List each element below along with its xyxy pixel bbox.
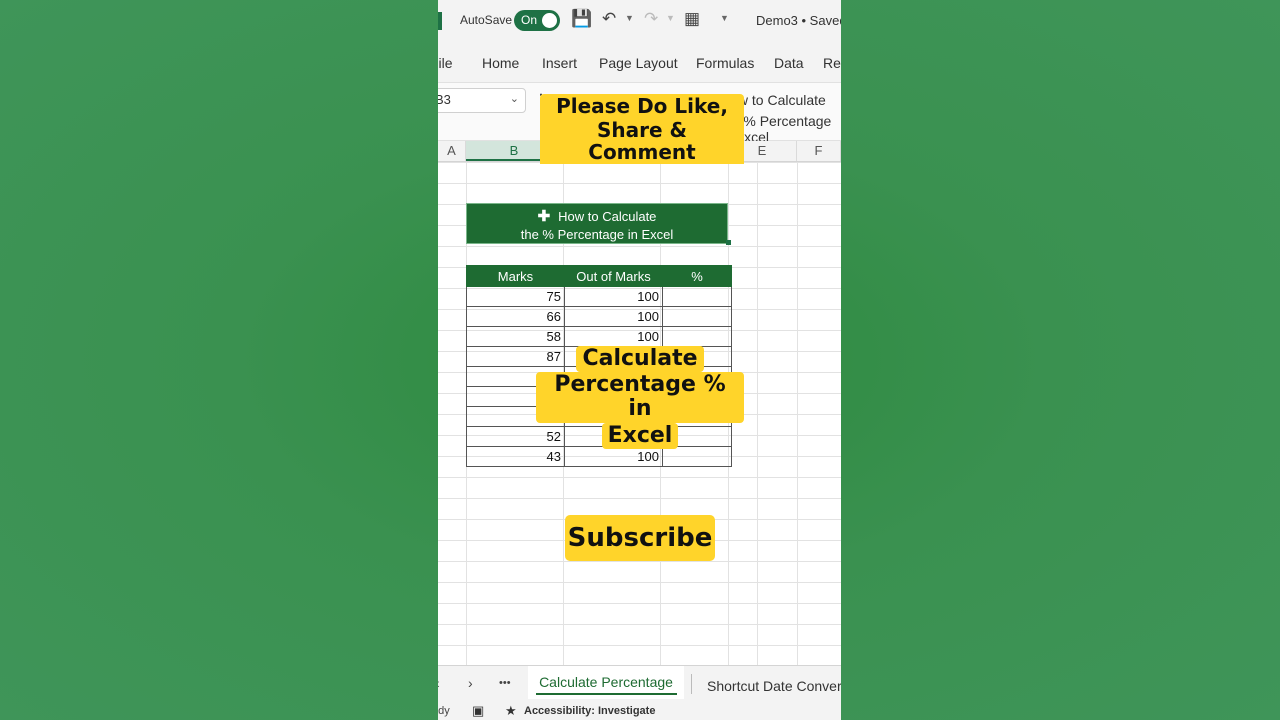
accessibility-icon[interactable]: ★ — [505, 703, 517, 719]
excel-window: AutoSave On 💾 ↶ ▼ ↷ ▼ ▦ ▼ Demo3 • Saved … — [438, 0, 841, 720]
cell-out-of[interactable]: 100 — [564, 306, 663, 327]
calculate-percentage-overlay: Calculate Percentage % in Excel — [536, 346, 744, 449]
cell-cursor-icon: ✚ — [537, 208, 551, 225]
autosave-label: AutoSave — [460, 13, 513, 27]
scroll-right-icon[interactable]: › — [468, 675, 473, 691]
calc-line1: Calculate — [576, 346, 704, 373]
macro-record-icon[interactable]: ▣ — [472, 703, 484, 719]
cell-percent[interactable] — [662, 286, 732, 307]
form-icon[interactable]: ▦ — [684, 9, 700, 29]
cell-marks[interactable]: 58 — [466, 326, 565, 347]
title-line1: How to Calculate — [558, 209, 657, 224]
cell-out-of[interactable]: 100 — [564, 446, 663, 467]
name-box-value: B3 — [438, 92, 451, 107]
like-line2: Share & Comment — [540, 118, 744, 164]
grid-line — [797, 162, 798, 665]
tab-file[interactable]: File — [438, 55, 453, 71]
status-ready: Ready — [438, 705, 450, 717]
column-header-f[interactable]: F — [797, 141, 841, 161]
excel-logo-icon — [438, 12, 442, 30]
name-box[interactable]: B3 ⌄ — [438, 88, 526, 113]
redo-dropdown-icon[interactable]: ▼ — [666, 13, 675, 23]
column-header-a[interactable]: A — [438, 141, 466, 161]
tab-data[interactable]: Data — [774, 55, 804, 71]
table-row: 43 100 — [466, 446, 732, 467]
subscribe-overlay: Subscribe — [565, 515, 715, 561]
like-line1: Please Do Like, — [552, 94, 732, 118]
fill-handle[interactable] — [726, 240, 731, 245]
table-row: 58 100 — [466, 326, 732, 347]
title-cell[interactable]: ✚ How to Calculate the % Percentage in Ex… — [466, 203, 728, 244]
cell-percent[interactable] — [662, 306, 732, 327]
like-share-overlay: Please Do Like, Share & Comment — [540, 94, 744, 164]
table-header-row: Marks Out of Marks % — [466, 265, 732, 287]
undo-icon[interactable]: ↶ — [602, 9, 616, 29]
chevron-down-icon[interactable]: ⌄ — [510, 92, 519, 105]
ribbon-tabs: File Home Insert Page Layout Formulas Da… — [438, 42, 841, 83]
tab-divider — [691, 674, 692, 694]
tab-review[interactable]: Review — [823, 55, 841, 71]
tab-insert[interactable]: Insert — [542, 55, 577, 71]
toggle-knob — [542, 13, 557, 28]
autosave-toggle[interactable]: On — [514, 10, 560, 31]
active-tab-underline — [536, 693, 677, 695]
status-bar: Ready ▣ ★ Accessibility: Investigate — [438, 701, 841, 720]
header-out-of-marks[interactable]: Out of Marks — [564, 265, 663, 287]
sheet-tab-bar: ‹ › ••• Calculate Percentage Shortcut Da… — [438, 665, 841, 702]
calc-line3: Excel — [601, 422, 679, 449]
title-line2: the % Percentage in Excel — [520, 227, 674, 242]
undo-dropdown-icon[interactable]: ▼ — [625, 13, 634, 23]
calc-line2: Percentage % in — [536, 372, 744, 423]
document-title: Demo3 • Saved — [756, 13, 841, 28]
more-sheets-icon[interactable]: ••• — [499, 677, 511, 689]
table-row: 66 100 — [466, 306, 732, 327]
sheet-tab-shortcut-date-conversion[interactable]: Shortcut Date Conversion — [707, 678, 841, 694]
tab-page-layout[interactable]: Page Layout — [599, 55, 678, 71]
autosave-state: On — [521, 13, 538, 27]
save-icon[interactable]: 💾 — [571, 9, 592, 29]
tab-formulas[interactable]: Formulas — [696, 55, 754, 71]
customize-toolbar-icon[interactable]: ▼ — [720, 13, 729, 23]
cell-marks[interactable]: 75 — [466, 286, 565, 307]
cell-marks[interactable]: 43 — [466, 446, 565, 467]
accessibility-status[interactable]: Accessibility: Investigate — [524, 705, 655, 717]
header-percent[interactable]: % — [662, 265, 732, 287]
cell-marks[interactable]: 66 — [466, 306, 565, 327]
table-row: 75 100 — [466, 286, 732, 307]
cell-percent[interactable] — [662, 326, 732, 347]
tab-home[interactable]: Home — [482, 55, 519, 71]
redo-icon[interactable]: ↷ — [644, 9, 658, 29]
scroll-left-icon[interactable]: ‹ — [438, 675, 440, 691]
header-marks[interactable]: Marks — [466, 265, 565, 287]
cell-percent[interactable] — [662, 446, 732, 467]
cell-out-of[interactable]: 100 — [564, 286, 663, 307]
cell-out-of[interactable]: 100 — [564, 326, 663, 347]
title-bar: AutoSave On 💾 ↶ ▼ ↷ ▼ ▦ ▼ Demo3 • Saved — [438, 0, 841, 42]
